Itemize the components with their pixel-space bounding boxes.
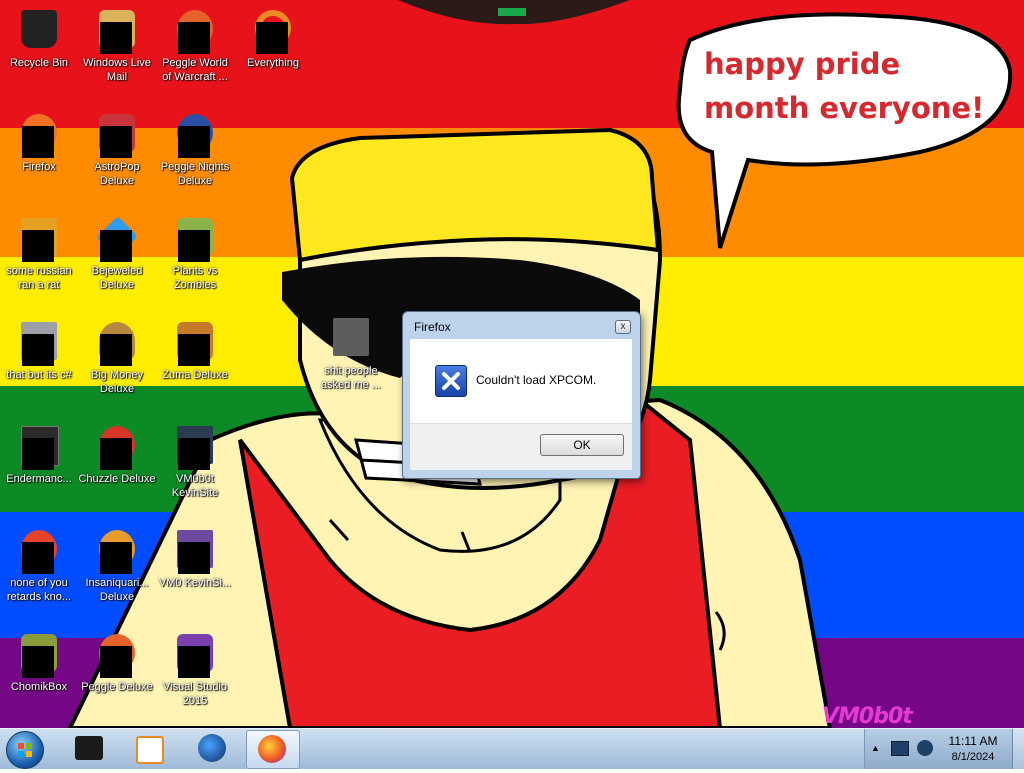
desktop-icon-vm0-kevinsite[interactable]: VM0 KevinSi... [156, 528, 234, 590]
desktop-icon-peggle-wow[interactable]: Peggle World of Warcraft ... [156, 8, 234, 84]
desktop-icon-endermanch[interactable]: Endermanc... [0, 424, 78, 486]
desktop-icon-peggle-deluxe[interactable]: Peggle Deluxe [78, 632, 156, 694]
desktop-icon-label: shit people asked me ... [321, 365, 381, 391]
desktop-icon-label: AstroPop Deluxe [94, 161, 140, 187]
desktop-icon-windows-live-mail[interactable]: Windows Live Mail [78, 8, 156, 84]
taskbar: ▲ 11:11 AM 8/1/2024 [0, 728, 1024, 769]
desktop-icon-shit-people-asked[interactable]: shit people asked me ... [312, 316, 390, 392]
desktop-icon-astropop[interactable]: AstroPop Deluxe [78, 112, 156, 188]
desktop-icon-label: Peggle Nights Deluxe [160, 161, 230, 187]
show-hidden-icons-button[interactable]: ▲ [871, 743, 880, 753]
start-button[interactable] [6, 731, 44, 769]
desktop-icon-label: none of you retards kno... [6, 577, 72, 603]
recycle-bin-icon [21, 10, 57, 48]
desktop-icon-label: Chuzzle Deluxe [78, 473, 156, 485]
desktop-icon-label: Everything [247, 57, 299, 69]
desktop-icon-label: Recycle Bin [9, 57, 69, 69]
media-player-icon [136, 736, 164, 764]
ok-button[interactable]: OK [540, 434, 624, 456]
desktop-icon-label: Endermanc... [6, 473, 72, 485]
clock-time[interactable]: 11:11 AM [941, 734, 1005, 748]
dialog-message: Couldn't load XPCOM. [476, 373, 597, 387]
desktop-icon-label: Firefox [22, 161, 56, 173]
windows-logo-icon [18, 743, 32, 757]
desktop-icon-label: Insaniquari... Deluxe [85, 577, 149, 603]
desktop-icon-everything[interactable]: Everything [234, 8, 312, 70]
show-desktop-button[interactable] [1012, 729, 1024, 769]
taskbar-browser[interactable] [186, 730, 238, 767]
desktop-icon-that-but-csharp[interactable]: that but its c# [0, 320, 78, 382]
desktop-icon-recycle-bin[interactable]: Recycle Bin [0, 8, 78, 70]
clock-date[interactable]: 8/1/2024 [941, 751, 1005, 763]
desktop-icon-chuzzle[interactable]: Chuzzle Deluxe [78, 424, 156, 486]
dialog-title: Firefox [414, 320, 451, 334]
desktop-icon-label: VM0b0t KevinSite [171, 473, 219, 499]
desktop-icon-label: Visual Studio 2015 [162, 681, 227, 707]
taskbar-media-player[interactable] [122, 730, 174, 767]
desktop-icon-russian-rat[interactable]: some russian ran a rat [0, 216, 78, 292]
desktop-icon-plants-vs-zombies[interactable]: Plants vs Zombies [156, 216, 234, 292]
terminal-icon [75, 736, 103, 760]
desktop-icon-visual-studio[interactable]: Visual Studio 2015 [156, 632, 234, 708]
dialog-footer: OK [410, 423, 632, 470]
taskbar-firefox[interactable] [246, 730, 300, 769]
desktop-icon-label: that but its c# [6, 369, 72, 381]
desktop-icon-big-money[interactable]: Big Money Deluxe [78, 320, 156, 396]
desktop-icon-vm0b0t-kevinsite[interactable]: VM0b0t KevinSite [156, 424, 234, 500]
desktop-icon-firefox[interactable]: Firefox [0, 112, 78, 174]
network-icon[interactable] [891, 741, 909, 756]
desktop-icon-none-of-you[interactable]: none of you retards kno... [0, 528, 78, 604]
desktop-icon-label: Zuma Deluxe [162, 369, 228, 381]
taskbar-terminal[interactable] [62, 730, 114, 767]
desktop-icon-label: Windows Live Mail [83, 57, 151, 83]
volume-icon[interactable] [917, 740, 933, 756]
desktop-icon-peggle-nights[interactable]: Peggle Nights Deluxe [156, 112, 234, 188]
desktop-icon-label: VM0 KevinSi... [158, 577, 232, 589]
desktop-icon-insaniquarium[interactable]: Insaniquari... Deluxe [78, 528, 156, 604]
watermark-text: VM0b0t [822, 704, 913, 728]
desktop-icon-label: Bejeweled Deluxe [91, 265, 143, 291]
desktop-icon-chomikbox[interactable]: ChomikBox [0, 632, 78, 694]
error-dialog: Firefox x Couldn't load XPCOM. OK [402, 311, 641, 479]
globe-icon [198, 734, 226, 762]
desktop-icon-label: Peggle World of Warcraft ... [162, 57, 228, 83]
firefox-icon [258, 735, 286, 763]
desktop-icon-label: Big Money Deluxe [91, 369, 143, 395]
desktop-icon-label: Plants vs Zombies [172, 265, 218, 291]
desktop-icon-label: Peggle Deluxe [81, 681, 153, 693]
dialog-close-button[interactable]: x [615, 320, 631, 334]
desktop-icon-zuma[interactable]: Zuma Deluxe [156, 320, 234, 382]
desktop-icon-label: ChomikBox [10, 681, 68, 693]
dialog-body: Couldn't load XPCOM. [410, 339, 632, 423]
error-icon [435, 365, 467, 397]
folder-icon [333, 318, 369, 356]
desktop-icon-label: some russian ran a rat [6, 265, 72, 291]
speech-bubble-text: happy pride month everyone! [704, 47, 985, 125]
desktop-icon-bejeweled[interactable]: Bejeweled Deluxe [78, 216, 156, 292]
